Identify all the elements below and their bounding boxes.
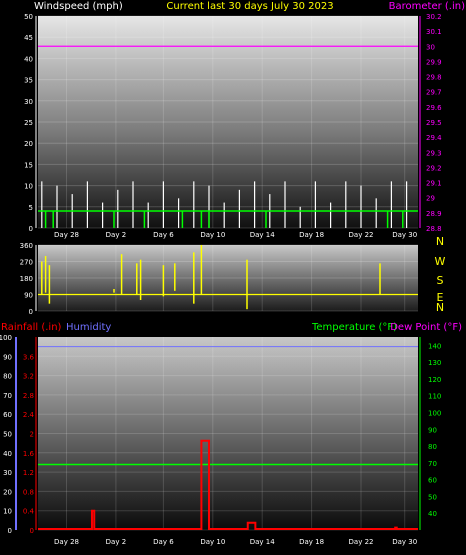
humidity-tick-label: 80 [3,373,12,381]
humidity-tick-label: 70 [3,392,12,400]
barometer-tick-label: 29 [426,195,435,203]
rain-x-tick-label: Day 30 [392,538,417,546]
barometer-tick-label: 29.4 [426,134,442,142]
wind-tick-label: 35 [24,77,33,85]
wind-tick-label: 30 [24,98,33,106]
rain-tick-label: 0.4 [23,508,35,516]
wind-x-tick-label: Day 14 [250,231,276,239]
rain-x-tick-label: Day 18 [299,538,324,546]
rain-tick-label: 1.2 [23,469,34,477]
temperature-tick-label: 130 [428,359,441,367]
header-title: Current last 30 days July 30 2023 [166,1,333,12]
direction-tick-label: 360 [20,242,33,250]
humidity-tick-label: 0 [8,527,12,535]
rain-x-tick-label: Day 22 [349,538,374,546]
barometer-tick-label: 29.6 [426,104,442,112]
temperature-tick-label: 50 [428,493,437,501]
barometer-tick-label: 30.1 [426,28,442,36]
wind-x-tick-label: Day 30 [392,231,417,239]
temperature-tick-label: 60 [428,477,437,485]
rain-tick-label: 3.2 [23,373,34,381]
wind-tick-label: 10 [24,183,33,191]
temperature-tick-label: 140 [428,342,441,350]
barometer-tick-label: 30.2 [426,13,442,21]
rain-x-tick-label: Day 6 [153,538,174,546]
humidity-tick-label: 50 [3,431,12,439]
barometer-tick-label: 29.7 [426,89,442,97]
rain-x-tick-label: Day 10 [200,538,225,546]
temperature-tick-label: 40 [428,510,437,518]
barometer-tick-label: 28.8 [426,225,442,233]
label-dew-point: Dew Point (°F) [390,322,462,333]
direction-tick-label: 0 [29,308,33,316]
wind-tick-label: 0 [29,225,33,233]
barometer-tick-label: 28.9 [426,210,442,218]
rain-tick-label: 2.8 [23,392,34,400]
direction-tick-label: 90 [24,292,33,300]
temperature-tick-label: 70 [428,460,437,468]
barometer-tick-label: 29.5 [426,119,442,127]
humidity-tick-label: 30 [3,469,12,477]
wind-x-tick-label: Day 6 [153,231,174,239]
wind-x-tick-label: Day 28 [54,231,79,239]
temperature-tick-label: 90 [428,426,437,434]
barometer-tick-label: 30 [426,43,435,51]
rain-tick-label: 2 [30,431,34,439]
rain-tick-label: 1.6 [23,450,35,458]
direction-compass-label: W [435,255,446,268]
rain-x-tick-label: Day 14 [250,538,276,546]
humidity-tick-label: 100 [0,334,12,342]
wind-tick-label: 25 [24,119,33,127]
direction-compass-label: N [436,301,444,314]
rain-x-tick-label: Day 2 [106,538,127,546]
weather-chart-canvas: Windspeed (mph) Current last 30 days Jul… [0,1,465,546]
temperature-tick-label: 120 [428,376,441,384]
rain-tick-label: 2.4 [23,411,35,419]
rain-tick-label: 0.8 [23,488,34,496]
wind-tick-label: 5 [29,204,33,212]
header-windspeed: Windspeed (mph) [34,1,123,12]
label-rainfall: Rainfall (.in) [1,322,62,333]
humidity-tick-label: 60 [3,411,12,419]
barometer-tick-label: 29.3 [426,149,442,157]
header-barometer: Barometer (.in) [389,1,465,12]
wind-x-tick-label: Day 18 [299,231,324,239]
barometer-tick-label: 29.2 [426,164,442,172]
wind-tick-label: 40 [24,55,33,63]
wind-x-tick-label: Day 10 [200,231,225,239]
rain-x-tick-label: Day 28 [54,538,79,546]
rain-tick-label: 3.6 [23,353,35,361]
direction-tick-label: 180 [20,275,33,283]
wind-tick-label: 15 [24,161,33,169]
rain-tick-label: 0 [30,527,34,535]
wind-tick-label: 50 [24,13,33,21]
temperature-tick-label: 110 [428,393,441,401]
direction-tick-label: 270 [20,259,33,267]
direction-compass-label: N [436,235,444,248]
wind-x-tick-label: Day 22 [349,231,374,239]
label-temperature: Temperature (°F) [311,322,397,333]
wind-x-tick-label: Day 2 [106,231,127,239]
humidity-tick-label: 10 [3,508,12,516]
temperature-tick-label: 100 [428,410,441,418]
temperature-tick-label: 80 [428,443,437,451]
barometer-tick-label: 29.8 [426,74,442,82]
humidity-tick-label: 90 [3,353,12,361]
label-humidity: Humidity [66,322,111,333]
humidity-tick-label: 40 [3,450,12,458]
wind-tick-label: 20 [24,140,33,148]
humidity-tick-label: 20 [3,488,12,496]
wind-tick-label: 45 [24,34,33,42]
barometer-tick-label: 29.9 [426,58,442,66]
barometer-tick-label: 29.1 [426,180,442,188]
direction-compass-label: S [437,274,444,287]
